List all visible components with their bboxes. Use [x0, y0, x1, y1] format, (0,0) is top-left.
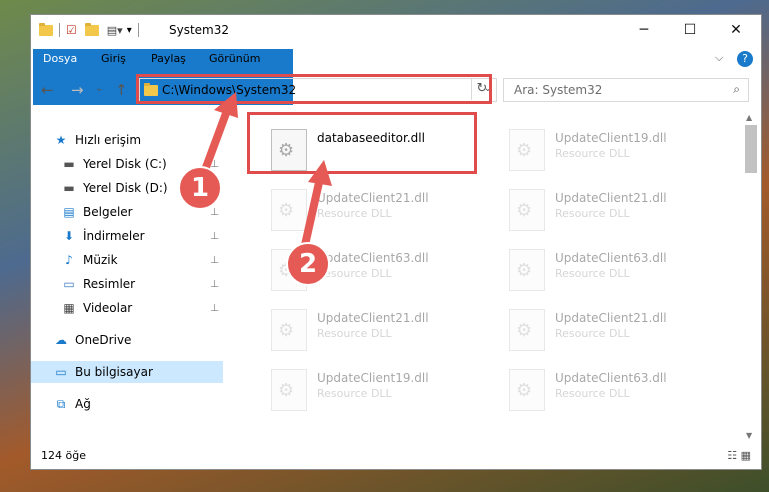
step-2-badge: 2	[286, 242, 330, 286]
arrow-2	[301, 177, 324, 246]
step-1-badge: 1	[178, 166, 222, 210]
arrow-1	[201, 106, 232, 172]
arrow-2-head	[308, 160, 332, 186]
annotation-arrows	[201, 92, 332, 246]
